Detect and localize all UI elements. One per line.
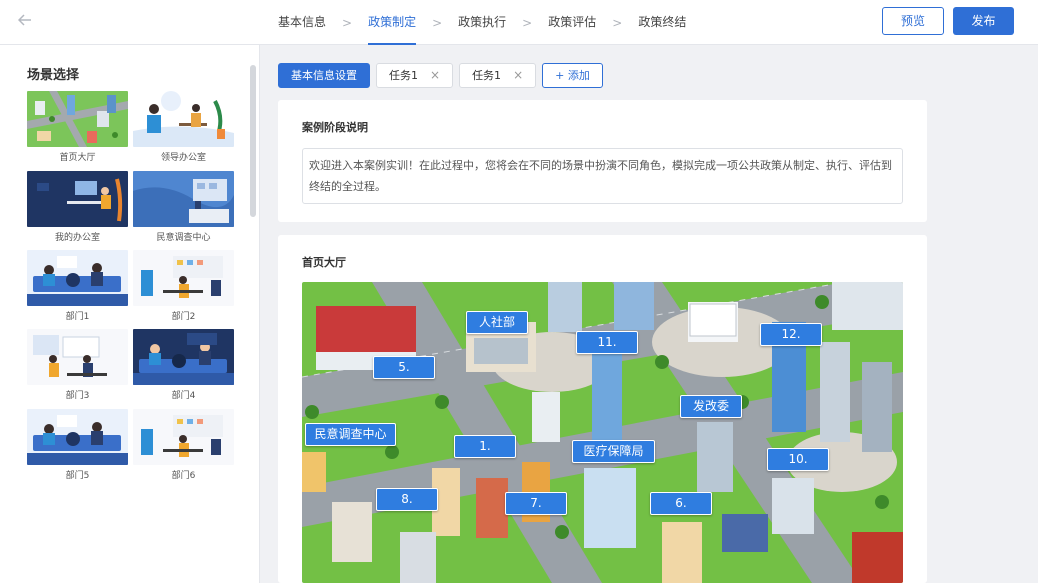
scene-thumbnail (133, 329, 234, 385)
publish-button[interactable]: 发布 (953, 7, 1014, 35)
tab-label: 基本信息设置 (291, 69, 357, 82)
map-label-12[interactable]: 12. (760, 323, 822, 346)
stage-description-field[interactable]: 欢迎进入本案例实训！在此过程中，您将会在不同的场景中扮演不同角色，模拟完成一项公… (302, 148, 903, 204)
scene-card-dept2[interactable]: 部门2 (133, 250, 234, 322)
task-tabs: 基本信息设置 任务1 × 任务1 × + 添加 (278, 63, 603, 88)
map-label-survey-center[interactable]: 民意调查中心 (305, 423, 396, 446)
map-label-hrss[interactable]: 人社部 (466, 311, 528, 334)
step-policy-execution[interactable]: 政策执行 (458, 0, 506, 45)
scene-card-dept1[interactable]: 部门1 (27, 250, 128, 322)
step-navigation: 基本信息 > 政策制定 > 政策执行 > 政策评估 > 政策终结 (278, 0, 686, 45)
map-label-6[interactable]: 6. (650, 492, 712, 515)
scene-label: 领导办公室 (160, 153, 206, 163)
scene-label: 部门3 (65, 391, 90, 401)
scene-card-dept5[interactable]: 部门5 (27, 409, 128, 481)
scene-thumbnail (27, 250, 128, 306)
scene-thumbnail (133, 171, 234, 227)
scene-thumbnail (27, 91, 128, 147)
chevron-right-icon: > (612, 15, 623, 30)
scene-sidebar: 场景选择 首页大厅 领导办公室 我的办公室 民意调查中心 部门1 部门2 部门3… (0, 45, 260, 583)
scene-card-my-office[interactable]: 我的办公室 (27, 171, 128, 243)
scene-label: 部门1 (65, 312, 90, 322)
add-tab-button[interactable]: + 添加 (542, 63, 603, 88)
tab-task1[interactable]: 任务1 × (376, 63, 454, 88)
scene-thumbnail (27, 171, 128, 227)
scene-label: 部门2 (171, 312, 196, 322)
tab-basic-settings[interactable]: 基本信息设置 (278, 63, 370, 88)
map-label-5[interactable]: 5. (373, 356, 435, 379)
tab-task1-second[interactable]: 任务1 × (459, 63, 537, 88)
scene-label: 部门6 (171, 471, 196, 481)
map-label-medical-security[interactable]: 医疗保障局 (572, 440, 655, 463)
step-policy-evaluation[interactable]: 政策评估 (548, 0, 596, 45)
card-title: 案例阶段说明 (302, 121, 368, 134)
scene-card-dept4[interactable]: 部门4 (133, 329, 234, 401)
tab-label: 任务1 (389, 69, 418, 82)
scene-label: 民意调查中心 (156, 233, 211, 243)
city-map: 人社部 11. 12. 5. 发改委 民意调查中心 1. 医疗保障局 10. 8… (302, 282, 903, 583)
scene-label: 我的办公室 (54, 233, 100, 243)
scene-card-dept6[interactable]: 部门6 (133, 409, 234, 481)
map-label-ndrc[interactable]: 发改委 (680, 395, 742, 418)
top-header: 基本信息 > 政策制定 > 政策执行 > 政策评估 > 政策终结 预览 发布 (0, 0, 1038, 45)
scene-label: 部门5 (65, 471, 90, 481)
scene-card-dept3[interactable]: 部门3 (27, 329, 128, 401)
scene-view-card: 首页大厅 人社部 11. 12. 5. 发改委 民意调查中心 1. 医疗保障局 … (278, 235, 927, 583)
close-icon[interactable]: × (513, 64, 523, 87)
scene-label: 部门4 (171, 391, 196, 401)
map-label-11[interactable]: 11. (576, 331, 638, 354)
scene-thumbnail (133, 91, 234, 147)
scene-card-survey-center[interactable]: 民意调查中心 (133, 171, 234, 243)
stage-description-card: 案例阶段说明 欢迎进入本案例实训！在此过程中，您将会在不同的场景中扮演不同角色，… (278, 100, 927, 222)
scene-thumbnail (27, 329, 128, 385)
scene-thumbnail (133, 409, 234, 465)
preview-button[interactable]: 预览 (882, 7, 944, 35)
scene-thumbnail (133, 250, 234, 306)
scene-label: 首页大厅 (59, 153, 96, 163)
chevron-right-icon: > (342, 15, 353, 30)
map-label-7[interactable]: 7. (505, 492, 567, 515)
scene-card-leader-office[interactable]: 领导办公室 (133, 91, 234, 163)
sidebar-title: 场景选择 (27, 68, 80, 83)
arrow-left-icon[interactable] (14, 11, 36, 33)
step-basic-info[interactable]: 基本信息 (278, 0, 326, 45)
map-label-8[interactable]: 8. (376, 488, 438, 511)
scene-card-lobby[interactable]: 首页大厅 (27, 91, 128, 163)
map-label-1[interactable]: 1. (454, 435, 516, 458)
close-icon[interactable]: × (430, 64, 440, 87)
map-label-10[interactable]: 10. (767, 448, 829, 471)
step-policy-making[interactable]: 政策制定 (368, 0, 417, 45)
card-title: 首页大厅 (302, 256, 346, 269)
chevron-right-icon: > (432, 15, 443, 30)
scene-thumbnail (27, 409, 128, 465)
tab-label: 任务1 (472, 69, 502, 82)
step-policy-termination[interactable]: 政策终结 (638, 0, 686, 45)
chevron-right-icon: > (522, 15, 533, 30)
